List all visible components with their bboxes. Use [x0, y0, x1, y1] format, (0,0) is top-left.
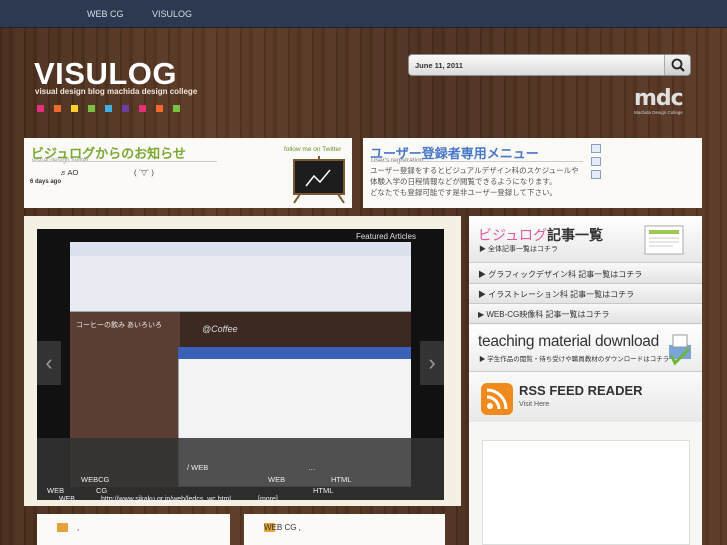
- printer-icon: [669, 334, 691, 366]
- articles-header[interactable]: ビジュログ記事一覧 ▶ 全体記事一覧はコチラ: [469, 216, 702, 263]
- color-square: [173, 105, 180, 112]
- color-square: [37, 105, 44, 112]
- top-navigation-bar: WEB CG VISULOG: [0, 0, 727, 28]
- news-panel: ビジュログからのお知らせ visual design twitter follo…: [24, 138, 352, 208]
- site-tagline: visual design blog machida design colleg…: [35, 87, 198, 96]
- divider: [371, 161, 583, 162]
- color-square: [54, 105, 61, 112]
- divider: [32, 161, 217, 162]
- color-square: [156, 105, 163, 112]
- color-square: [71, 105, 78, 112]
- color-square: [88, 105, 95, 112]
- rss-title: RSS FEED READER: [519, 383, 643, 398]
- next-slide-button[interactable]: ›: [420, 341, 444, 385]
- menu-item-graphic[interactable]: ▶ グラフィックデザイン科 記事一覧はコチラ: [469, 264, 702, 284]
- article-card[interactable]: WEB CG ,: [244, 514, 445, 545]
- registration-text: 体験入学の日程情報などが閲覧できるようになります。: [370, 177, 557, 186]
- teaching-download-banner[interactable]: teaching material download ▶ 学生作品の閲覧・待ち受…: [469, 325, 702, 372]
- profile-icon[interactable]: [591, 170, 601, 179]
- tweet-text: ♬AO: [60, 168, 79, 177]
- caption-text: CG: [96, 486, 108, 495]
- article-card-title: WEB CG ,: [264, 523, 301, 532]
- caption-text: WEB: [47, 486, 65, 495]
- article-card-title: ,: [77, 523, 80, 532]
- color-square: [122, 105, 129, 112]
- featured-area: コーヒーの飲み あいろいろ @Coffee Featured Articles …: [24, 216, 461, 506]
- registration-panel: ユーザー登録者専用メニュー User's registration ユーザー登録…: [363, 138, 702, 208]
- college-logo[interactable]: mdc: [634, 86, 684, 111]
- articles-title-text: 記事一覧: [547, 227, 604, 243]
- screenshot-taskbar: [70, 242, 411, 256]
- featured-label: Featured Articles: [355, 232, 416, 241]
- prev-slide-button[interactable]: ‹: [37, 341, 61, 385]
- menu-item-label: ▶ イラストレーション科 記事一覧はコチラ: [478, 290, 635, 299]
- menu-item-webcg[interactable]: ▶ WEB-CG映像科 記事一覧はコチラ: [469, 304, 702, 324]
- articles-paper-icon: [644, 225, 684, 255]
- caption-text: HTML: [331, 475, 352, 484]
- menu-item-illustration[interactable]: ▶ イラストレーション科 記事一覧はコチラ: [469, 284, 702, 304]
- articles-title-brand: ビジュログ: [478, 227, 548, 243]
- slide-caption: / WEB … WEB HTML WEBCG WEB CG HTML WEB h…: [37, 438, 444, 503]
- color-square: [139, 105, 146, 112]
- more-link[interactable]: [more]: [258, 496, 278, 503]
- college-name: Machida Design College: [634, 110, 683, 115]
- teaching-title: teaching material download: [478, 333, 659, 350]
- screenshot-browser: [70, 256, 411, 312]
- sidebar: ビジュログ記事一覧 ▶ 全体記事一覧はコチラ ▶ グラフィックデザイン科 記事一…: [469, 216, 702, 545]
- caption-text: WEB: [59, 496, 75, 503]
- caption-text: HTML: [313, 486, 334, 495]
- caption-text: WEB: [268, 475, 286, 484]
- registration-text: どなたでも登録可能です是非ユーザー登録して下さい。: [370, 188, 557, 197]
- search-date-bar[interactable]: June 11, 2011: [408, 54, 691, 76]
- color-squares: [37, 105, 180, 112]
- folder-icon: [57, 523, 68, 532]
- screenshot-coffee-text: @Coffee: [202, 324, 238, 334]
- rss-feed-banner[interactable]: RSS FEED READER Visit Here: [469, 373, 702, 422]
- caption-text: …: [308, 463, 316, 472]
- twitter-easel-icon[interactable]: [288, 156, 350, 204]
- menu-item-label: ▶ グラフィックデザイン科 記事一覧はコチラ: [478, 270, 643, 279]
- tweet-emoticon: ( ´▽` ): [134, 168, 154, 177]
- nav-link-webcg[interactable]: WEB CG: [87, 9, 124, 19]
- current-date: June 11, 2011: [415, 61, 463, 70]
- sidebar-widget: [482, 440, 690, 545]
- color-square: [105, 105, 112, 112]
- caption-text: WEBCG: [81, 475, 110, 484]
- follow-twitter-link[interactable]: follow me on Twitter: [284, 146, 341, 153]
- teaching-subtitle: ▶ 学生作品の閲覧・待ち受けや職員教材のダウンロードはコチラ: [479, 356, 670, 363]
- articles-title: ビジュログ記事一覧: [478, 225, 603, 245]
- caption-link[interactable]: http://www.sikaku.gr.jp/web/ledcs_wc.htm…: [101, 496, 231, 503]
- search-icon: [671, 58, 685, 72]
- registration-text: ユーザー登録をするとビジュアルデザイン科のスケジュールや: [370, 166, 579, 175]
- rss-icon: [481, 383, 513, 415]
- search-button[interactable]: [664, 55, 690, 75]
- chevron-left-icon: ‹: [45, 350, 53, 375]
- rss-link[interactable]: Visit Here: [519, 401, 549, 408]
- article-card[interactable]: ,: [37, 514, 230, 545]
- nav-link-visulog[interactable]: VISULOG: [152, 9, 192, 19]
- screenshot-editor-titlebar: [178, 347, 411, 359]
- login-icon[interactable]: [591, 144, 601, 153]
- screenshot-heading: コーヒーの飲み あいろいろ: [76, 322, 162, 329]
- menu-item-label: ▶ WEB-CG映像科 記事一覧はコチラ: [478, 310, 610, 319]
- all-articles-link[interactable]: ▶ 全体記事一覧はコチラ: [479, 244, 558, 254]
- register-icon[interactable]: [591, 157, 601, 166]
- chevron-right-icon: ›: [428, 350, 436, 375]
- featured-slider[interactable]: コーヒーの飲み あいろいろ @Coffee Featured Articles …: [37, 229, 444, 503]
- tweet-age: 6 days ago: [30, 179, 62, 185]
- caption-text: / WEB: [187, 463, 209, 472]
